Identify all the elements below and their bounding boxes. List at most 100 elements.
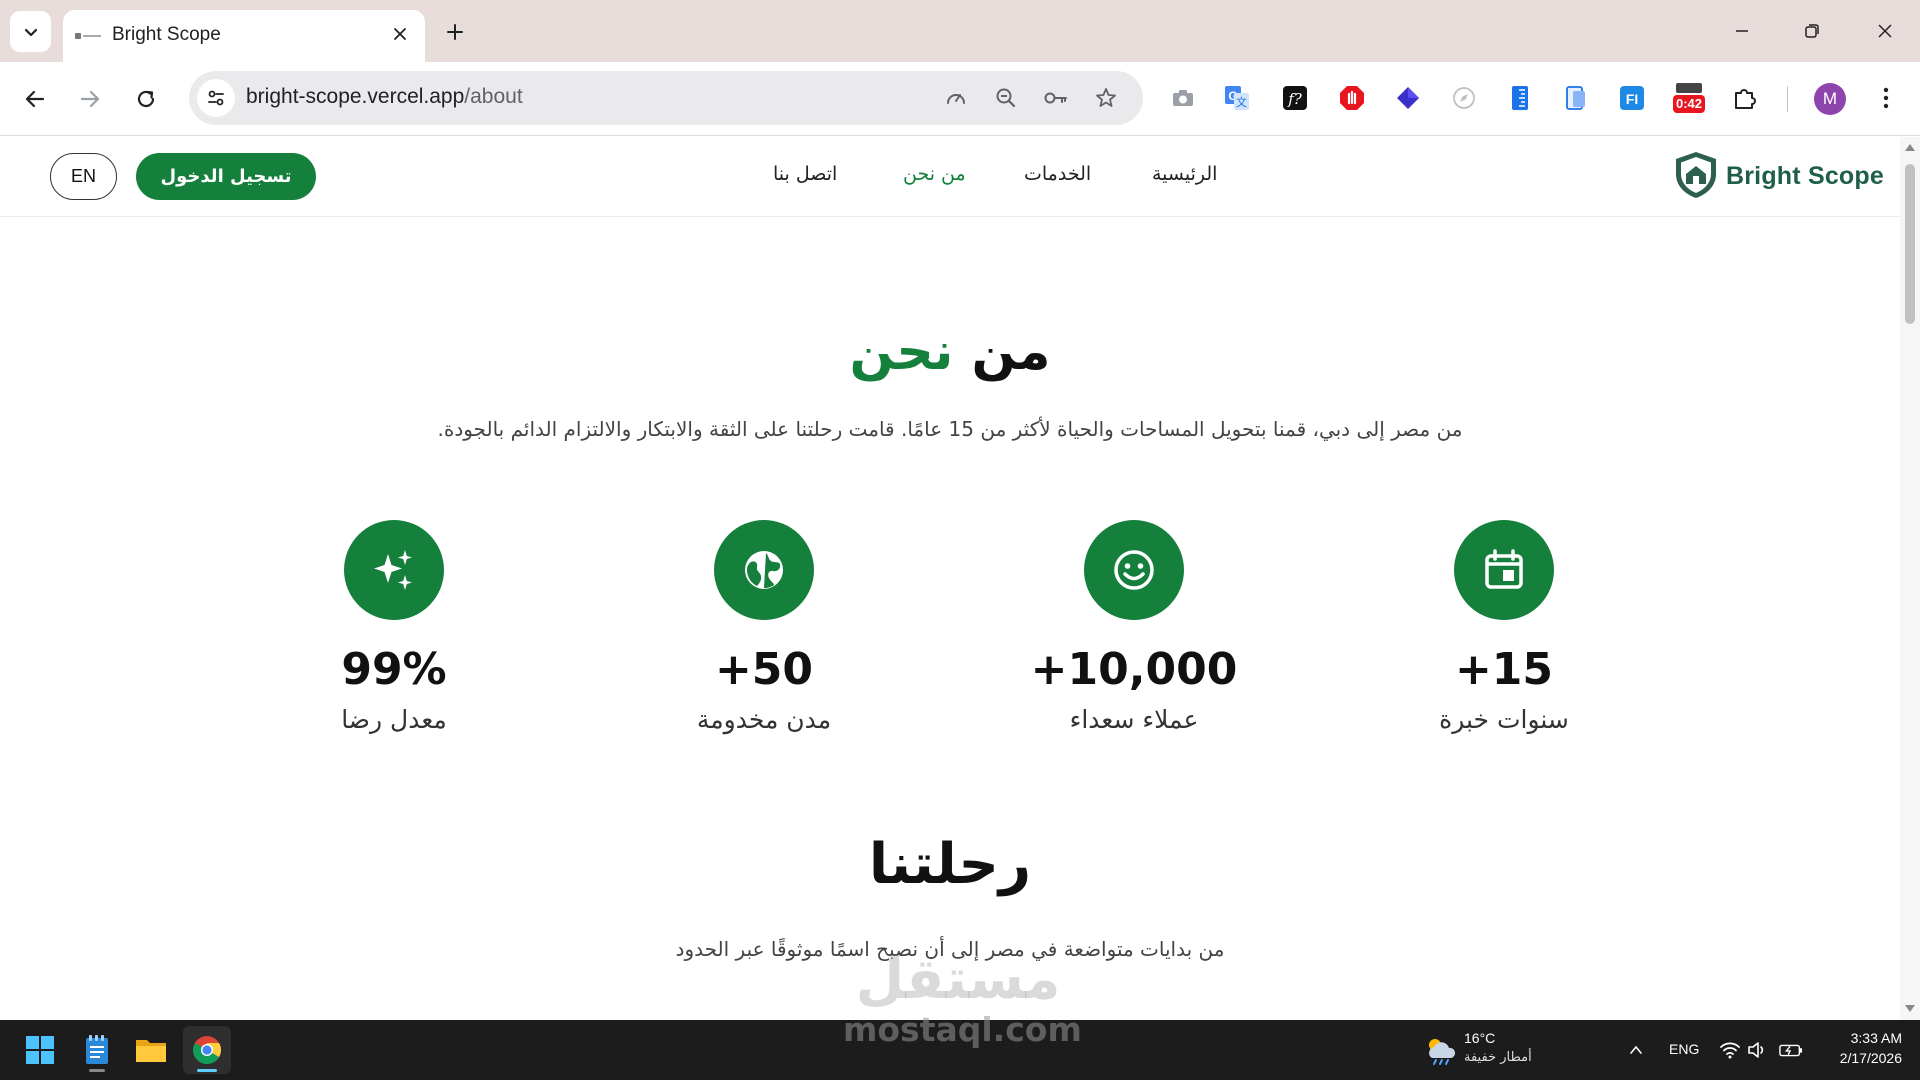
- stat-label: عملاء سعداء: [1069, 705, 1199, 734]
- start-button[interactable]: [16, 1026, 64, 1074]
- browser-tab[interactable]: Bright Scope: [63, 10, 425, 62]
- reload-icon: [137, 90, 155, 108]
- fi-extension-icon[interactable]: FI: [1614, 80, 1650, 116]
- adblock-extension-icon[interactable]: [1334, 80, 1370, 116]
- browser-tab-bar: Bright Scope: [0, 0, 1920, 62]
- tune-icon: [208, 90, 224, 106]
- clock-time[interactable]: 3:33 AM: [1840, 1030, 1902, 1046]
- windows-taskbar: 16°C أمطار خفيفة ENG 3:33 AM 2/17/2026: [0, 1020, 1920, 1080]
- rain-cloud-icon: [1429, 1039, 1456, 1065]
- weather-description: أمطار خفيفة: [1464, 1050, 1532, 1065]
- scroll-thumb[interactable]: [1905, 164, 1915, 324]
- hero-subtitle: من مصر إلى دبي، قمنا بتحويل المساحات وال…: [437, 417, 1463, 441]
- more-menu-icon[interactable]: [1868, 80, 1904, 116]
- file-explorer-app[interactable]: [127, 1026, 175, 1074]
- tab-close-button[interactable]: [388, 22, 412, 46]
- scroll-up-arrow[interactable]: [1905, 144, 1915, 151]
- reload-button[interactable]: [127, 80, 165, 118]
- url-path: /about: [464, 85, 523, 108]
- translate-extension-icon[interactable]: G文: [1219, 80, 1255, 116]
- device-extension-icon[interactable]: [1558, 80, 1594, 116]
- title-part-2: نحن: [849, 322, 954, 382]
- svg-text:文: 文: [1236, 95, 1247, 109]
- stat-value: +15: [1454, 644, 1554, 695]
- sparkles-icon: [374, 550, 412, 590]
- title-part-1: من: [971, 322, 1051, 382]
- url-text[interactable]: bright-scope.vercel.app/about: [246, 85, 523, 109]
- volume-icon[interactable]: [1746, 1038, 1770, 1062]
- zoom-icon[interactable]: [992, 84, 1020, 112]
- globe-icon: [745, 551, 783, 589]
- font-extension-icon[interactable]: f?: [1277, 80, 1313, 116]
- close-window-button[interactable]: [1855, 10, 1915, 52]
- password-key-icon[interactable]: [1042, 84, 1070, 112]
- stat-icon-circle: [344, 520, 444, 620]
- performance-icon[interactable]: [942, 84, 970, 112]
- screen-recorder-extension-icon[interactable]: 0:42: [1670, 80, 1708, 116]
- stat-clients: +10,000 عملاء سعداء: [1004, 520, 1264, 734]
- url-domain: bright-scope.vercel.app: [246, 85, 465, 108]
- bookmark-star-icon[interactable]: [1092, 84, 1120, 112]
- ruler-extension-icon[interactable]: [1502, 80, 1538, 116]
- address-bar[interactable]: bright-scope.vercel.app/about: [189, 71, 1143, 125]
- tab-search-button[interactable]: [10, 11, 51, 52]
- show-hidden-icons-button[interactable]: [1624, 1038, 1648, 1062]
- stat-label: مدن مخدومة: [696, 705, 832, 734]
- new-tab-button[interactable]: [440, 17, 470, 47]
- close-icon: [394, 28, 406, 40]
- calendar-icon: [1485, 549, 1523, 589]
- clock-date[interactable]: 2/17/2026: [1822, 1050, 1902, 1066]
- logo-text: Bright Scope: [1726, 162, 1884, 190]
- toolbar-separator: [1787, 86, 1788, 112]
- nav-link-about[interactable]: من نحن: [903, 163, 966, 185]
- stat-icon-circle: [714, 520, 814, 620]
- page-title: من نحن: [0, 322, 1900, 382]
- camera-extension-icon[interactable]: [1165, 80, 1201, 116]
- forward-button[interactable]: [71, 80, 109, 118]
- page-content: EN تسجيل الدخول اتصل بنا من نحن الخدمات …: [0, 137, 1900, 1020]
- minimize-button[interactable]: [1712, 10, 1772, 52]
- folder-icon: [136, 1040, 166, 1062]
- stat-satisfaction: 99% معدل رضا: [264, 520, 524, 734]
- stat-value: +10,000: [1030, 644, 1238, 695]
- svg-text:FI: FI: [1626, 91, 1638, 107]
- wifi-icon[interactable]: [1718, 1038, 1742, 1062]
- arrow-left-icon: [25, 90, 45, 108]
- notepad-app[interactable]: [73, 1026, 121, 1074]
- back-button[interactable]: [16, 80, 54, 118]
- page-scrollbar[interactable]: [1900, 137, 1920, 1020]
- stat-label: معدل رضا: [341, 705, 447, 734]
- nav-link-contact[interactable]: اتصل بنا: [773, 163, 837, 185]
- minimize-icon: [1736, 30, 1748, 32]
- restore-button[interactable]: [1782, 10, 1842, 52]
- extensions-puzzle-icon[interactable]: [1727, 80, 1763, 116]
- compass-extension-icon[interactable]: [1446, 80, 1482, 116]
- stat-value: +50: [714, 644, 814, 695]
- profile-avatar[interactable]: M: [1814, 83, 1846, 115]
- chevron-up-icon: [1630, 1045, 1642, 1054]
- diamond-extension-icon[interactable]: [1390, 80, 1426, 116]
- tab-title: Bright Scope: [112, 24, 221, 45]
- windows-logo-icon: [26, 1036, 54, 1064]
- chevron-down-icon: [24, 28, 37, 36]
- shield-logo-icon: [1676, 152, 1716, 198]
- scroll-down-arrow[interactable]: [1905, 1005, 1915, 1012]
- chrome-icon: [193, 1036, 221, 1064]
- stat-cities: +50 مدن مخدومة: [634, 520, 894, 734]
- app-running-indicator: [89, 1069, 105, 1072]
- chrome-app[interactable]: [183, 1026, 231, 1074]
- browser-toolbar: bright-scope.vercel.app/about G文 f? FI 0…: [0, 62, 1920, 136]
- stat-label: سنوات خبرة: [1439, 705, 1569, 734]
- nav-link-home[interactable]: الرئيسية: [1152, 163, 1217, 185]
- battery-icon[interactable]: [1779, 1038, 1803, 1062]
- login-button[interactable]: تسجيل الدخول: [136, 153, 316, 200]
- nav-link-services[interactable]: الخدمات: [1024, 163, 1091, 185]
- site-favicon-icon: [75, 33, 101, 39]
- stat-icon-circle: [1084, 520, 1184, 620]
- input-language[interactable]: ENG: [1669, 1041, 1699, 1057]
- site-header: EN تسجيل الدخول اتصل بنا من نحن الخدمات …: [0, 137, 1900, 217]
- language-toggle-button[interactable]: EN: [50, 153, 117, 200]
- site-logo[interactable]: Bright Scope: [1672, 150, 1884, 202]
- journey-title: رحلتنا: [868, 832, 1032, 897]
- site-info-button[interactable]: [197, 79, 235, 117]
